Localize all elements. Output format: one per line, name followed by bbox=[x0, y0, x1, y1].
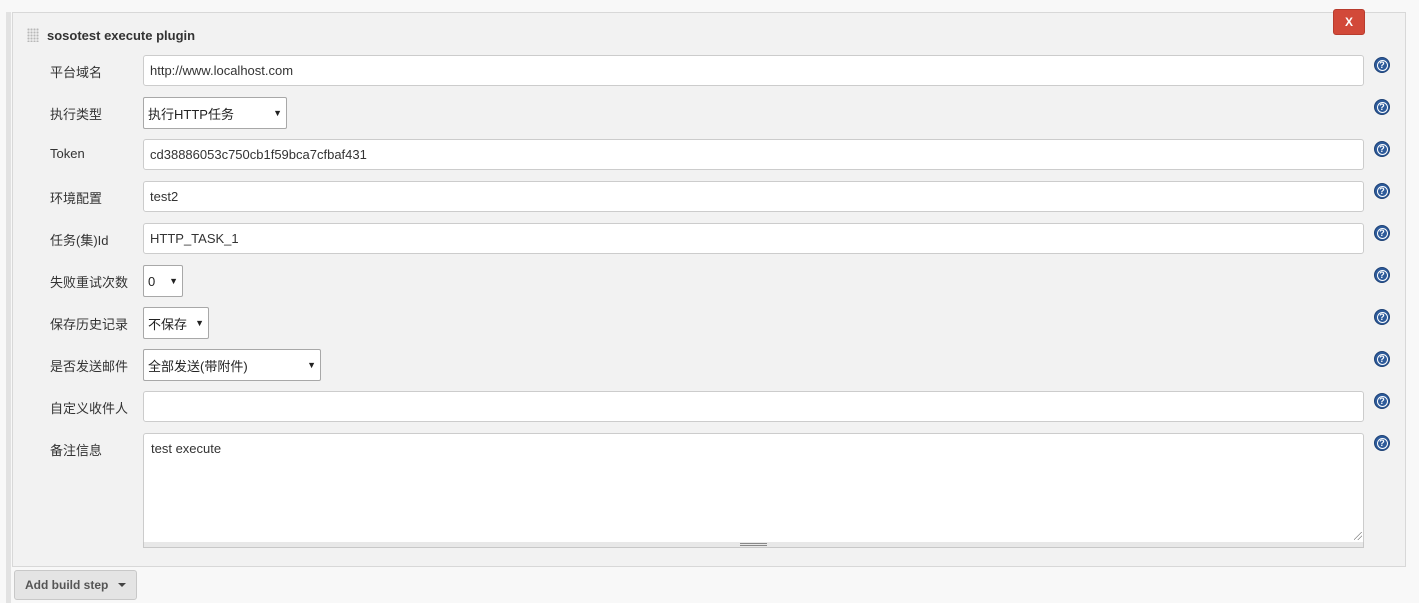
select-value: 执行HTTP任务 bbox=[148, 106, 234, 122]
field-label: Token bbox=[50, 146, 85, 161]
help-icon[interactable]: ? bbox=[1374, 393, 1390, 409]
dropdown-arrow-icon: ▼ bbox=[273, 108, 282, 118]
help-icon[interactable]: ? bbox=[1374, 225, 1390, 241]
field-row-execute-type: 执行类型 执行HTTP任务 ▼ ? bbox=[13, 97, 1405, 129]
field-row-token: Token ? bbox=[13, 139, 1405, 171]
field-label: 执行类型 bbox=[50, 107, 103, 122]
help-icon[interactable]: ? bbox=[1374, 141, 1390, 157]
field-row-save-history: 保存历史记录 不保存 ▼ ? bbox=[13, 307, 1405, 339]
field-label: 失败重试次数 bbox=[50, 275, 129, 290]
help-icon[interactable]: ? bbox=[1374, 351, 1390, 367]
field-label: 平台域名 bbox=[50, 65, 103, 80]
field-label: 备注信息 bbox=[50, 443, 103, 458]
field-label: 保存历史记录 bbox=[50, 317, 129, 332]
retry-count-select[interactable]: 0 ▼ bbox=[143, 265, 183, 297]
delete-step-button[interactable]: X bbox=[1333, 9, 1365, 35]
send-email-select[interactable]: 全部发送(带附件) ▼ bbox=[143, 349, 321, 381]
custom-recipients-input[interactable] bbox=[143, 391, 1364, 422]
task-id-input[interactable] bbox=[143, 223, 1364, 254]
select-value: 0 bbox=[148, 273, 156, 289]
step-header: sosotest execute plugin bbox=[27, 27, 195, 43]
help-icon[interactable]: ? bbox=[1374, 267, 1390, 283]
select-value: 全部发送(带附件) bbox=[148, 358, 248, 374]
field-row-retry-count: 失败重试次数 0 ▼ ? bbox=[13, 265, 1405, 297]
help-icon[interactable]: ? bbox=[1374, 57, 1390, 73]
dropdown-arrow-icon: ▼ bbox=[307, 360, 316, 370]
field-row-remarks: 备注信息 ? bbox=[13, 433, 1405, 549]
help-icon[interactable]: ? bbox=[1374, 99, 1390, 115]
drag-handle-icon[interactable] bbox=[27, 28, 39, 42]
select-value: 不保存 bbox=[148, 316, 188, 332]
step-title: sosotest execute plugin bbox=[47, 27, 196, 43]
field-label: 环境配置 bbox=[50, 191, 103, 206]
field-row-task-id: 任务(集)Id ? bbox=[13, 223, 1405, 255]
environment-input[interactable] bbox=[143, 181, 1364, 212]
build-step-panel: sosotest execute plugin X 平台域名 ? 执行类型 执行… bbox=[12, 9, 1406, 567]
field-label: 自定义收件人 bbox=[50, 401, 129, 416]
add-build-step-label: Add build step bbox=[25, 578, 109, 592]
help-icon[interactable]: ? bbox=[1374, 435, 1390, 451]
field-label: 是否发送邮件 bbox=[50, 359, 129, 374]
platform-domain-input[interactable] bbox=[143, 55, 1364, 86]
dropdown-arrow-icon: ▼ bbox=[195, 318, 204, 328]
resize-handle-icon[interactable] bbox=[1354, 532, 1362, 540]
remarks-textarea[interactable] bbox=[143, 433, 1364, 543]
left-border-bar bbox=[6, 12, 11, 603]
field-row-send-email: 是否发送邮件 全部发送(带附件) ▼ ? bbox=[13, 349, 1405, 381]
field-row-custom-recipients: 自定义收件人 ? bbox=[13, 391, 1405, 423]
help-icon[interactable]: ? bbox=[1374, 309, 1390, 325]
help-icon[interactable]: ? bbox=[1374, 183, 1390, 199]
save-history-select[interactable]: 不保存 ▼ bbox=[143, 307, 209, 339]
execute-type-select[interactable]: 执行HTTP任务 ▼ bbox=[143, 97, 287, 129]
add-build-step-button[interactable]: Add build step bbox=[14, 570, 138, 600]
field-label: 任务(集)Id bbox=[50, 233, 109, 248]
textarea-grippie[interactable] bbox=[143, 542, 1364, 548]
caret-down-icon bbox=[118, 583, 127, 587]
field-row-environment: 环境配置 ? bbox=[13, 181, 1405, 213]
dropdown-arrow-icon: ▼ bbox=[169, 276, 178, 286]
token-input[interactable] bbox=[143, 139, 1364, 170]
field-row-platform-domain: 平台域名 ? bbox=[13, 55, 1405, 87]
